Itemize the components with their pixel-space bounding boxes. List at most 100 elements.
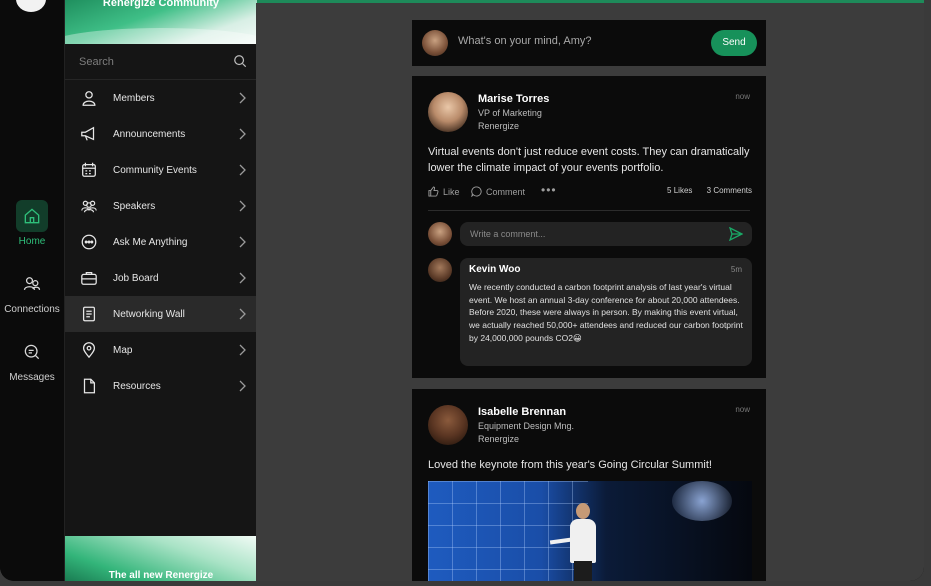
sidebar-nav: Members Announcements Community Events S… (65, 80, 257, 404)
avatar (428, 222, 452, 246)
document-icon (79, 304, 99, 324)
sidebar-item-job-board[interactable]: Job Board (65, 260, 257, 296)
calendar-icon (79, 160, 99, 180)
post-counts: 5 Likes 3 Comments (655, 186, 752, 195)
app-window: Home Connections Messages Renergize Comm… (0, 0, 924, 581)
rail-label: Connections (4, 304, 60, 315)
sidebar-item-community-events[interactable]: Community Events (65, 152, 257, 188)
send-icon[interactable] (729, 227, 743, 241)
comment-bubble: Kevin Woo 5m We recently conducted a car… (460, 258, 752, 366)
promo-text: The all new Renergize (108, 570, 214, 581)
comment-input[interactable] (470, 227, 710, 241)
comment-timestamp: 5m (730, 265, 742, 274)
connections-icon (16, 268, 48, 300)
chevron-right-icon (239, 380, 246, 392)
search-icon[interactable] (233, 54, 247, 68)
post-actions: Like Comment ••• 5 Likes 3 Comments (428, 183, 752, 202)
home-icon (16, 200, 48, 232)
composer-input[interactable]: What's on your mind, Amy? (458, 35, 592, 47)
like-button[interactable]: Like (428, 186, 460, 197)
post-text: Loved the keynote from this year's Going… (428, 459, 712, 471)
comment-text: We recently conducted a carbon footprint… (469, 282, 743, 343)
chevron-right-icon (239, 272, 246, 284)
chevron-right-icon (239, 344, 246, 356)
comment-field (460, 222, 752, 246)
like-label: Like (443, 186, 460, 197)
sidebar-item-resources[interactable]: Resources (65, 368, 257, 404)
map-pin-icon (79, 340, 99, 360)
sidebar-item-label: Ask Me Anything (113, 236, 188, 248)
app-logo-icon[interactable] (16, 0, 46, 12)
more-options-icon[interactable]: ••• (541, 183, 557, 197)
avatar (422, 30, 448, 56)
post-text: Virtual events don't just reduce event c… (428, 146, 750, 174)
file-icon (79, 376, 99, 396)
stage-light (672, 481, 732, 521)
sidebar-item-label: Networking Wall (113, 308, 185, 320)
feed-post: Isabelle Brennan Equipment Design Mng. R… (412, 389, 766, 581)
stage-screen (428, 481, 588, 581)
rail-item-messages[interactable]: Messages (0, 336, 64, 383)
speaker-figure (549, 503, 598, 581)
chevron-right-icon (239, 236, 246, 248)
chat-bubble-icon (79, 232, 99, 252)
chevron-right-icon (239, 200, 246, 212)
rail-item-connections[interactable]: Connections (0, 268, 64, 315)
comments-count[interactable]: 3 Comments (707, 186, 752, 195)
sidebar-item-label: Resources (113, 380, 161, 392)
speaker-body (570, 519, 596, 563)
comment-button[interactable]: Comment (471, 186, 525, 197)
sidebar-item-label: Job Board (113, 272, 159, 284)
author-role: Equipment Design Mng. (478, 421, 575, 431)
author-org: Renergize (478, 121, 520, 131)
speaker-head (576, 503, 590, 519)
comment-label: Comment (486, 186, 526, 197)
send-button[interactable]: Send (711, 30, 757, 56)
post-timestamp: now (735, 405, 750, 414)
post-image[interactable] (428, 481, 752, 581)
left-rail: Home Connections Messages (0, 0, 64, 581)
sidebar-item-ask-me-anything[interactable]: Ask Me Anything (65, 224, 257, 260)
sidebar-item-label: Map (113, 344, 133, 356)
community-title: Renergize Community (102, 0, 220, 9)
thumbs-up-icon (428, 186, 439, 197)
megaphone-icon (79, 124, 99, 144)
group-icon (79, 196, 99, 216)
feed-area: What's on your mind, Amy? Send Marise To… (256, 3, 924, 581)
promo-banner[interactable]: The all new Renergize (65, 536, 257, 581)
sidebar-item-announcements[interactable]: Announcements (65, 116, 257, 152)
divider (428, 210, 750, 211)
comment-icon (471, 186, 482, 197)
speaker-legs (574, 561, 592, 581)
rail-label: Home (18, 236, 46, 247)
feed-post: Marise Torres VP of Marketing Renergize … (412, 76, 766, 378)
sidebar-item-map[interactable]: Map (65, 332, 257, 368)
community-sidebar: Renergize Community Members Announcement… (64, 0, 257, 581)
chevron-right-icon (239, 128, 246, 140)
person-icon (79, 88, 99, 108)
search-input[interactable] (79, 52, 229, 72)
author-name[interactable]: Marise Torres (478, 93, 549, 105)
sidebar-item-label: Announcements (113, 128, 186, 140)
post-composer: What's on your mind, Amy? Send (412, 20, 766, 66)
avatar (428, 405, 468, 445)
avatar (428, 258, 452, 282)
chevron-right-icon (239, 92, 246, 104)
likes-count[interactable]: 5 Likes (667, 186, 692, 195)
chevron-right-icon (239, 164, 246, 176)
author-name[interactable]: Isabelle Brennan (478, 406, 566, 418)
rail-label: Messages (9, 372, 55, 383)
rail-item-home[interactable]: Home (0, 200, 64, 247)
sidebar-item-networking-wall[interactable]: Networking Wall (65, 296, 257, 332)
sidebar-item-members[interactable]: Members (65, 80, 257, 116)
sidebar-item-label: Speakers (113, 200, 156, 212)
briefcase-icon (79, 268, 99, 288)
sidebar-item-label: Members (113, 92, 155, 104)
author-org: Renergize (478, 434, 520, 444)
author-role: VP of Marketing (478, 108, 542, 118)
sidebar-item-speakers[interactable]: Speakers (65, 188, 257, 224)
messages-icon (16, 336, 48, 368)
comment-author[interactable]: Kevin Woo (469, 264, 520, 275)
sidebar-item-label: Community Events (113, 164, 197, 176)
sidebar-search (65, 44, 257, 80)
